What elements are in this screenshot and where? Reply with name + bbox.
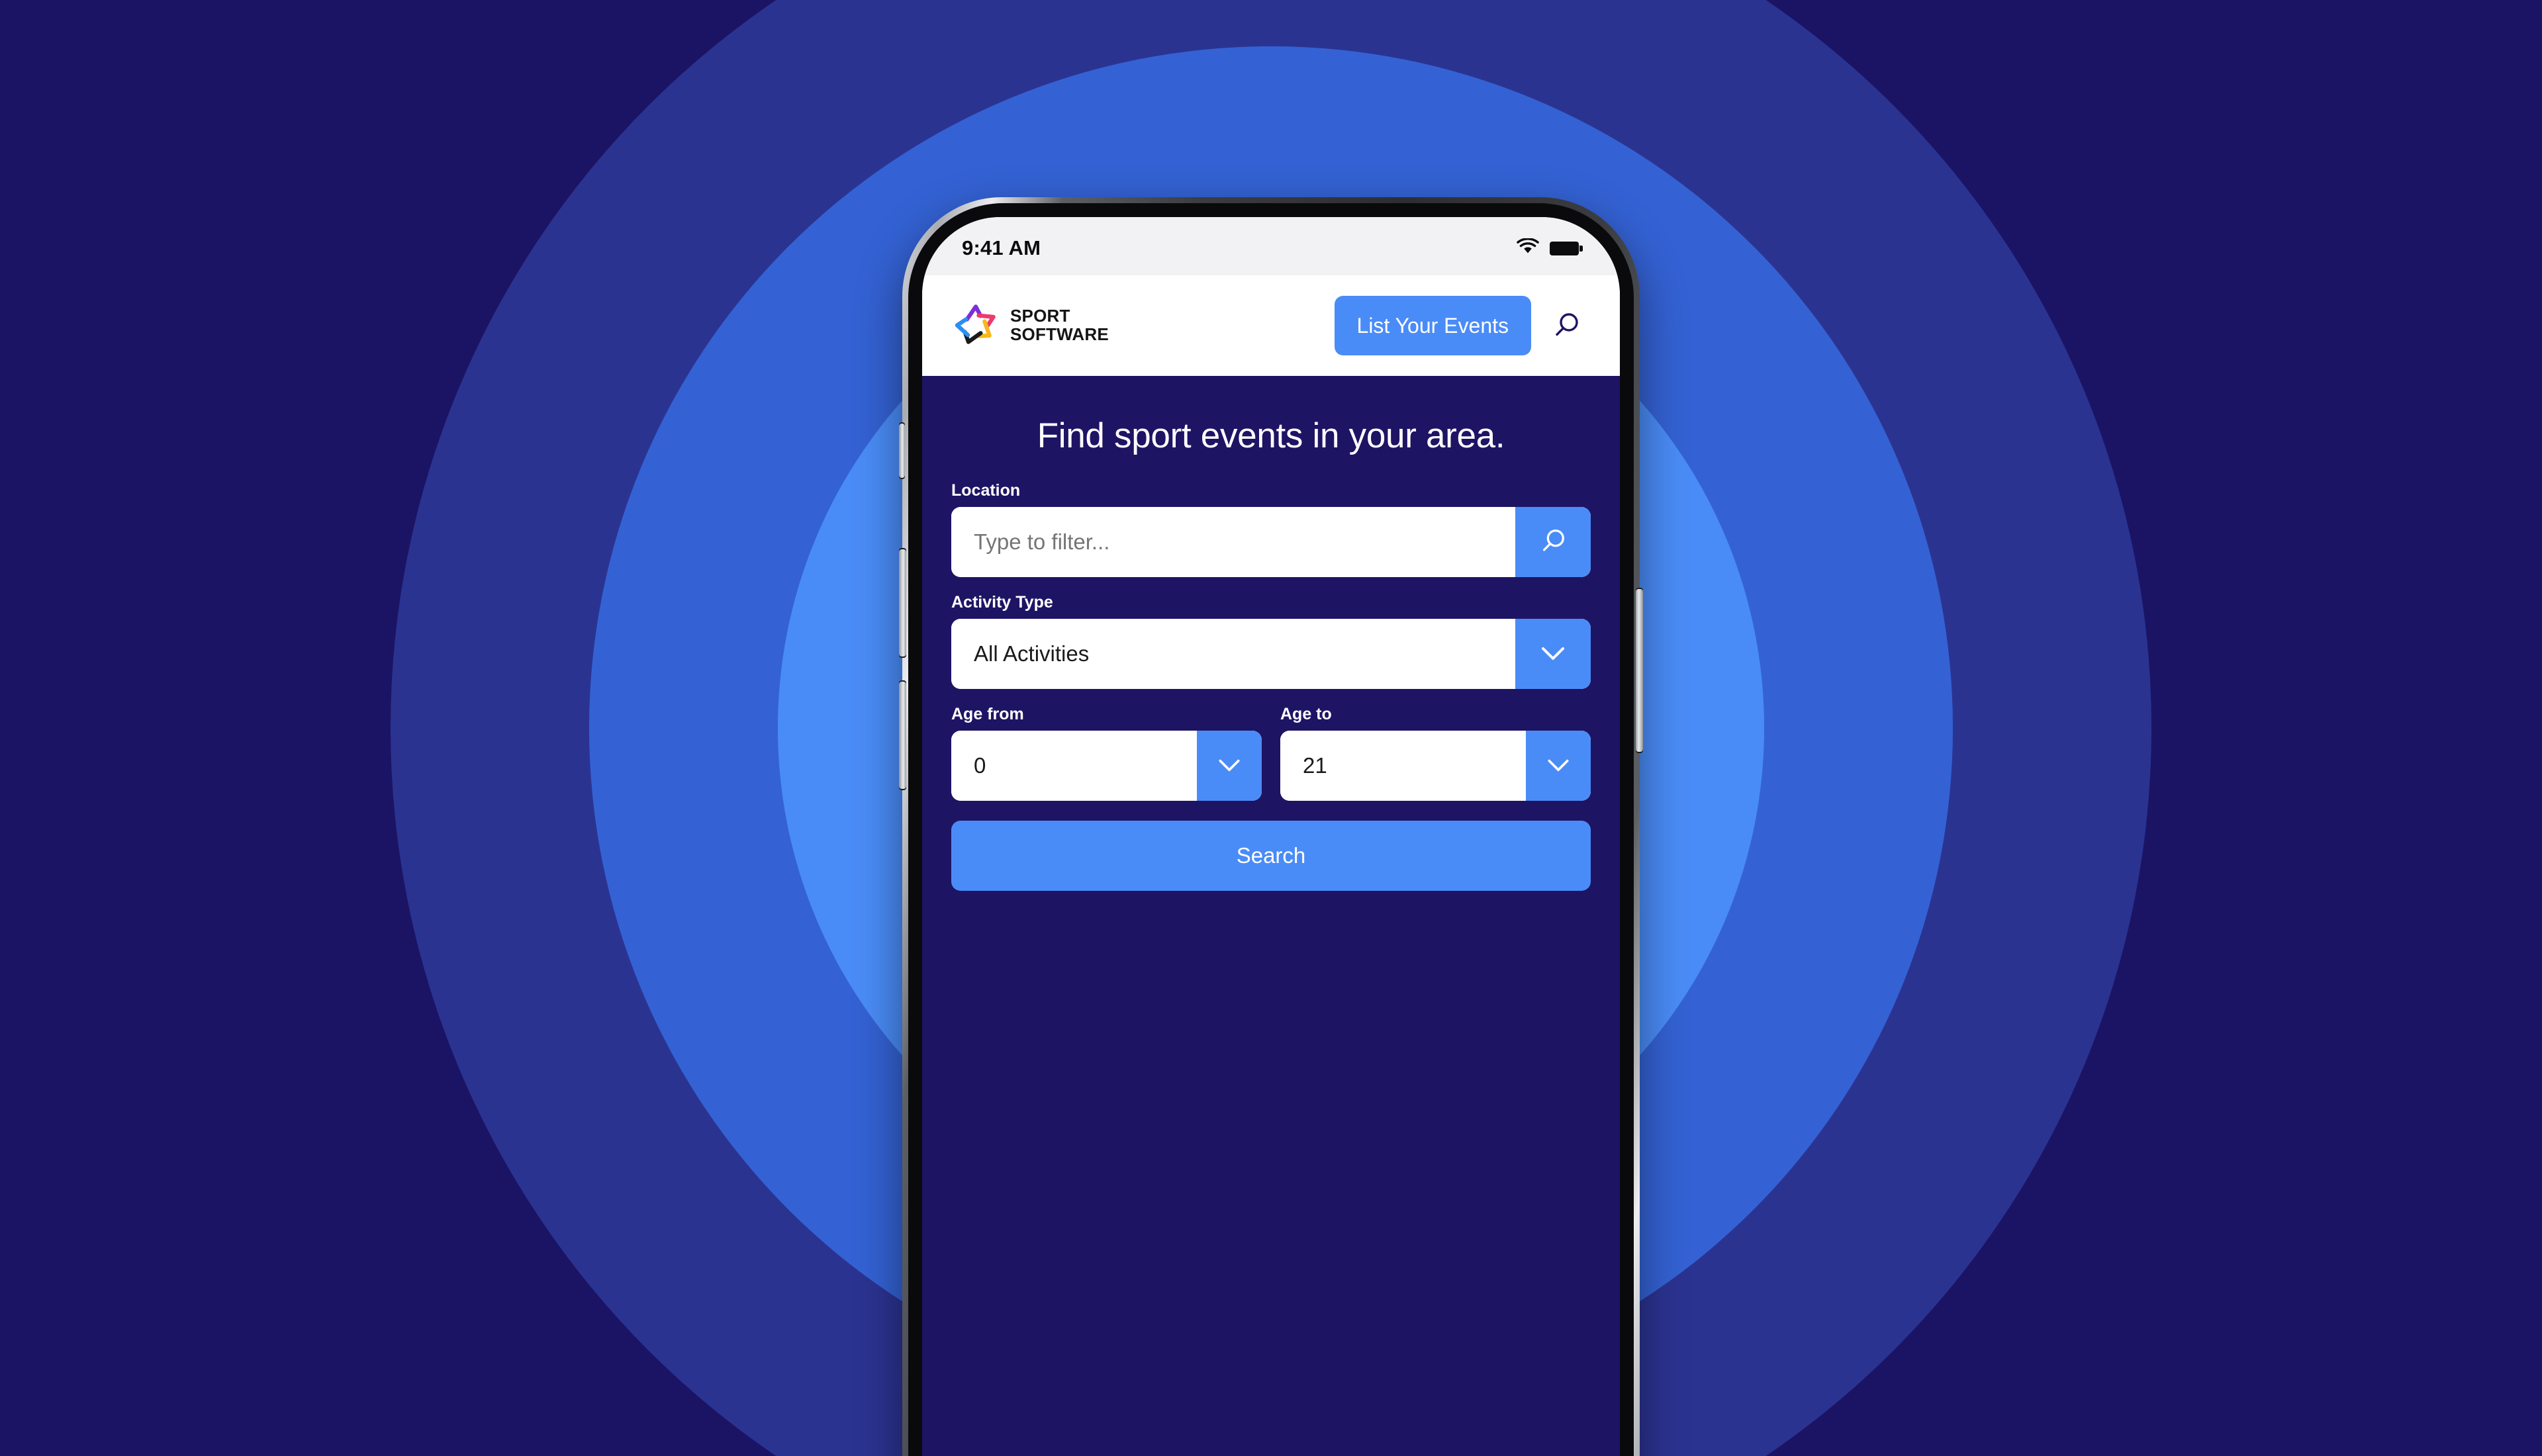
age-from-field-group: Age from 0 [951,705,1262,801]
age-to-field-group: Age to 21 [1280,705,1591,801]
brand-wordmark: SPORT SOFTWARE [1010,306,1109,344]
age-to-value[interactable]: 21 [1280,731,1526,801]
location-search-button[interactable] [1515,507,1591,577]
brand-logo[interactable]: SPORT SOFTWARE [951,300,1109,352]
phone-screen: 9:41 AM SPORT SOFTWARE List Your Events … [922,217,1620,1456]
phone-mockup: 9:41 AM SPORT SOFTWARE List Your Events … [899,197,1643,1456]
power-button[interactable] [1636,588,1643,753]
screenshot-canvas: 9:41 AM SPORT SOFTWARE List Your Events … [0,0,2542,1456]
activity-type-value[interactable]: All Activities [951,619,1515,689]
header-search-button[interactable] [1551,310,1581,341]
location-input[interactable] [951,507,1515,577]
chevron-down-icon [1215,756,1243,776]
search-button[interactable]: Search [951,821,1591,891]
location-label: Location [951,481,1021,500]
activity-type-control[interactable]: All Activities [951,619,1591,689]
activity-type-label: Activity Type [951,593,1053,612]
mute-switch[interactable] [899,422,905,479]
age-to-dropdown-button[interactable] [1526,731,1591,801]
age-from-value[interactable]: 0 [951,731,1197,801]
app-header: SPORT SOFTWARE List Your Events [922,275,1620,376]
volume-up-button[interactable] [899,548,906,658]
status-bar-time: 9:41 AM [962,236,1041,259]
status-bar-indicators [1517,238,1583,258]
page-title: Find sport events in your area. [1037,416,1505,455]
wifi-icon [1517,238,1539,258]
sport-software-star-logo-icon [951,300,1000,352]
age-from-dropdown-button[interactable] [1197,731,1262,801]
location-field-group: Location [951,481,1591,577]
search-icon [1538,527,1568,558]
age-to-control[interactable]: 21 [1280,731,1591,801]
age-from-control[interactable]: 0 [951,731,1262,801]
chevron-down-icon [1544,756,1572,776]
hero-search-panel: Find sport events in your area. Location [922,376,1620,1456]
age-to-label: Age to [1280,705,1332,723]
activity-type-field-group: Activity Type All Activities [951,593,1591,689]
age-range-row: Age from 0 Age to 21 [951,705,1591,801]
list-your-events-button[interactable]: List Your Events [1334,296,1531,355]
volume-down-button[interactable] [899,680,906,790]
battery-full-icon [1550,241,1583,255]
status-bar: 9:41 AM [922,217,1620,275]
activity-type-dropdown-button[interactable] [1515,619,1591,689]
location-control [951,507,1591,577]
age-from-label: Age from [951,705,1024,723]
search-icon [1551,313,1581,343]
chevron-down-icon [1538,643,1568,665]
